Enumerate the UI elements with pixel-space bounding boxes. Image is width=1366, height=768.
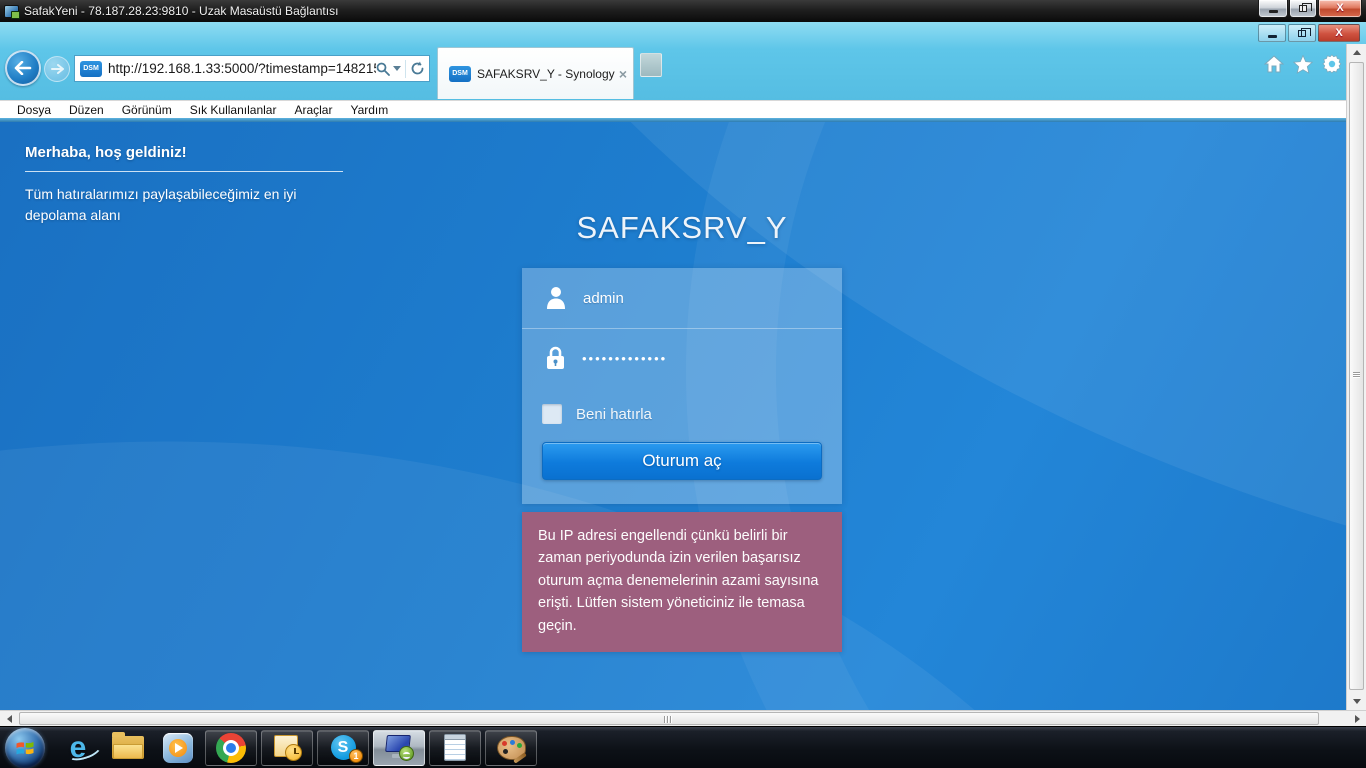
vertical-scrollbar[interactable] xyxy=(1346,44,1366,710)
remember-me-checkbox[interactable] xyxy=(542,404,562,424)
browser-chrome: X DSM http://192.168.1.33:5000/?timestam… xyxy=(0,22,1366,100)
tab-favicon: DSM xyxy=(449,66,471,82)
windows-logo-icon xyxy=(15,738,35,758)
forward-button[interactable] xyxy=(44,56,70,82)
home-icon[interactable] xyxy=(1264,55,1284,73)
vertical-scrollbar-thumb[interactable] xyxy=(1349,62,1364,690)
browser-close-button[interactable]: X xyxy=(1318,24,1360,42)
browser-nav-row: DSM http://192.168.1.33:5000/?timestamp=… xyxy=(0,46,1366,100)
menu-underline xyxy=(0,118,1366,122)
horizontal-scrollbar[interactable] xyxy=(0,710,1366,726)
taskbar: e S 1 xyxy=(0,726,1366,768)
address-url[interactable]: http://192.168.1.33:5000/?timestamp=1482… xyxy=(108,61,376,76)
login-button[interactable]: Oturum aç xyxy=(542,442,822,480)
taskbar-item-file-explorer[interactable] xyxy=(107,729,149,767)
address-favicon: DSM xyxy=(80,61,102,77)
browser-minimize-button[interactable] xyxy=(1258,24,1286,42)
notepad-icon xyxy=(444,734,466,761)
login-panel: admin ••••••••••••• Beni hatırla xyxy=(522,268,842,504)
back-arrow-icon xyxy=(14,61,32,75)
outlook-icon xyxy=(272,735,302,761)
taskbar-item-skype[interactable]: S 1 xyxy=(317,730,369,766)
welcome-title: Merhaba, hoş geldiniz! xyxy=(25,144,365,161)
rdp-window-title: SafakYeni - 78.187.28.23:9810 - Uzak Mas… xyxy=(24,4,338,18)
remote-desktop-icon xyxy=(384,735,414,761)
rdp-close-button[interactable]: X xyxy=(1318,0,1362,18)
server-name: SAFAKSRV_Y xyxy=(522,210,842,246)
remember-me-label: Beni hatırla xyxy=(576,406,652,423)
username-field[interactable]: admin xyxy=(522,268,842,328)
folder-icon xyxy=(112,736,144,759)
media-player-icon xyxy=(163,733,193,763)
scroll-right-button[interactable] xyxy=(1348,711,1366,727)
tab-title: SAFAKSRV_Y - Synology Dis... xyxy=(477,67,615,81)
tools-gear-icon[interactable] xyxy=(1322,54,1342,74)
lock-icon xyxy=(545,346,566,371)
chrome-icon xyxy=(216,733,246,763)
favorites-star-icon[interactable] xyxy=(1293,55,1313,74)
start-button[interactable] xyxy=(5,728,45,768)
dsm-login-page: Merhaba, hoş geldiniz! Tüm hatıralarımız… xyxy=(0,122,1366,710)
taskbar-item-notepad[interactable] xyxy=(429,730,481,766)
menu-item-duzen[interactable]: Düzen xyxy=(60,102,113,118)
menu-item-araclar[interactable]: Araçlar xyxy=(285,102,341,118)
scrollbar-grip xyxy=(663,716,672,723)
password-field[interactable]: ••••••••••••• xyxy=(522,328,842,388)
browser-restore-button[interactable] xyxy=(1288,24,1316,42)
new-tab-button[interactable] xyxy=(640,53,662,77)
user-icon xyxy=(545,286,567,310)
username-value[interactable]: admin xyxy=(583,290,624,307)
internet-explorer-icon: e xyxy=(70,733,87,763)
taskbar-item-internet-explorer[interactable]: e xyxy=(57,729,99,767)
taskbar-item-paint[interactable] xyxy=(485,730,537,766)
rdp-titlebar: SafakYeni - 78.187.28.23:9810 - Uzak Mas… xyxy=(0,0,1366,22)
search-icon[interactable] xyxy=(376,62,390,76)
forward-arrow-icon xyxy=(51,64,64,74)
scroll-up-button[interactable] xyxy=(1347,44,1366,61)
skype-notification-badge: 1 xyxy=(349,749,363,763)
refresh-icon[interactable] xyxy=(410,61,425,76)
browser-tab[interactable]: DSM SAFAKSRV_Y - Synology Dis... × xyxy=(437,47,634,99)
menu-item-yardim[interactable]: Yardım xyxy=(341,102,397,118)
menu-item-dosya[interactable]: Dosya xyxy=(8,102,60,118)
menu-item-sik-kullanilanlar[interactable]: Sık Kullanılanlar xyxy=(181,102,286,118)
horizontal-scrollbar-thumb[interactable] xyxy=(19,712,1319,725)
welcome-block: Merhaba, hoş geldiniz! Tüm hatıralarımız… xyxy=(25,144,365,226)
login-column: SAFAKSRV_Y admin •••••• xyxy=(522,122,842,652)
taskbar-item-chrome[interactable] xyxy=(205,730,257,766)
scroll-left-button[interactable] xyxy=(0,711,18,727)
password-value[interactable]: ••••••••••••• xyxy=(582,351,667,366)
address-bar[interactable]: DSM http://192.168.1.33:5000/?timestamp=… xyxy=(74,55,430,82)
scroll-down-button[interactable] xyxy=(1347,693,1366,710)
browser-menu-bar: Dosya Düzen Görünüm Sık Kullanılanlar Ar… xyxy=(0,100,1366,118)
search-dropdown-caret[interactable] xyxy=(393,66,401,71)
rdp-app-icon xyxy=(4,5,19,18)
welcome-subtitle: Tüm hatıralarımızı paylaşabileceğimiz en… xyxy=(25,184,355,226)
tab-close-icon[interactable]: × xyxy=(619,67,627,81)
taskbar-item-outlook[interactable] xyxy=(261,730,313,766)
welcome-divider xyxy=(25,171,343,172)
back-button[interactable] xyxy=(5,50,41,86)
rdp-minimize-button[interactable] xyxy=(1258,0,1288,18)
scrollbar-grip xyxy=(1353,371,1360,378)
menu-item-gorunum[interactable]: Görünüm xyxy=(113,102,181,118)
paint-icon xyxy=(497,736,526,760)
rdp-restore-button[interactable] xyxy=(1289,0,1317,18)
taskbar-item-remote-desktop[interactable] xyxy=(373,730,425,766)
login-error-message: Bu IP adresi engellendi çünkü belirli bi… xyxy=(522,512,842,652)
remote-desktop-screen: SafakYeni - 78.187.28.23:9810 - Uzak Mas… xyxy=(0,0,1366,768)
taskbar-item-media-player[interactable] xyxy=(157,729,199,767)
remember-me-row[interactable]: Beni hatırla xyxy=(522,388,842,440)
